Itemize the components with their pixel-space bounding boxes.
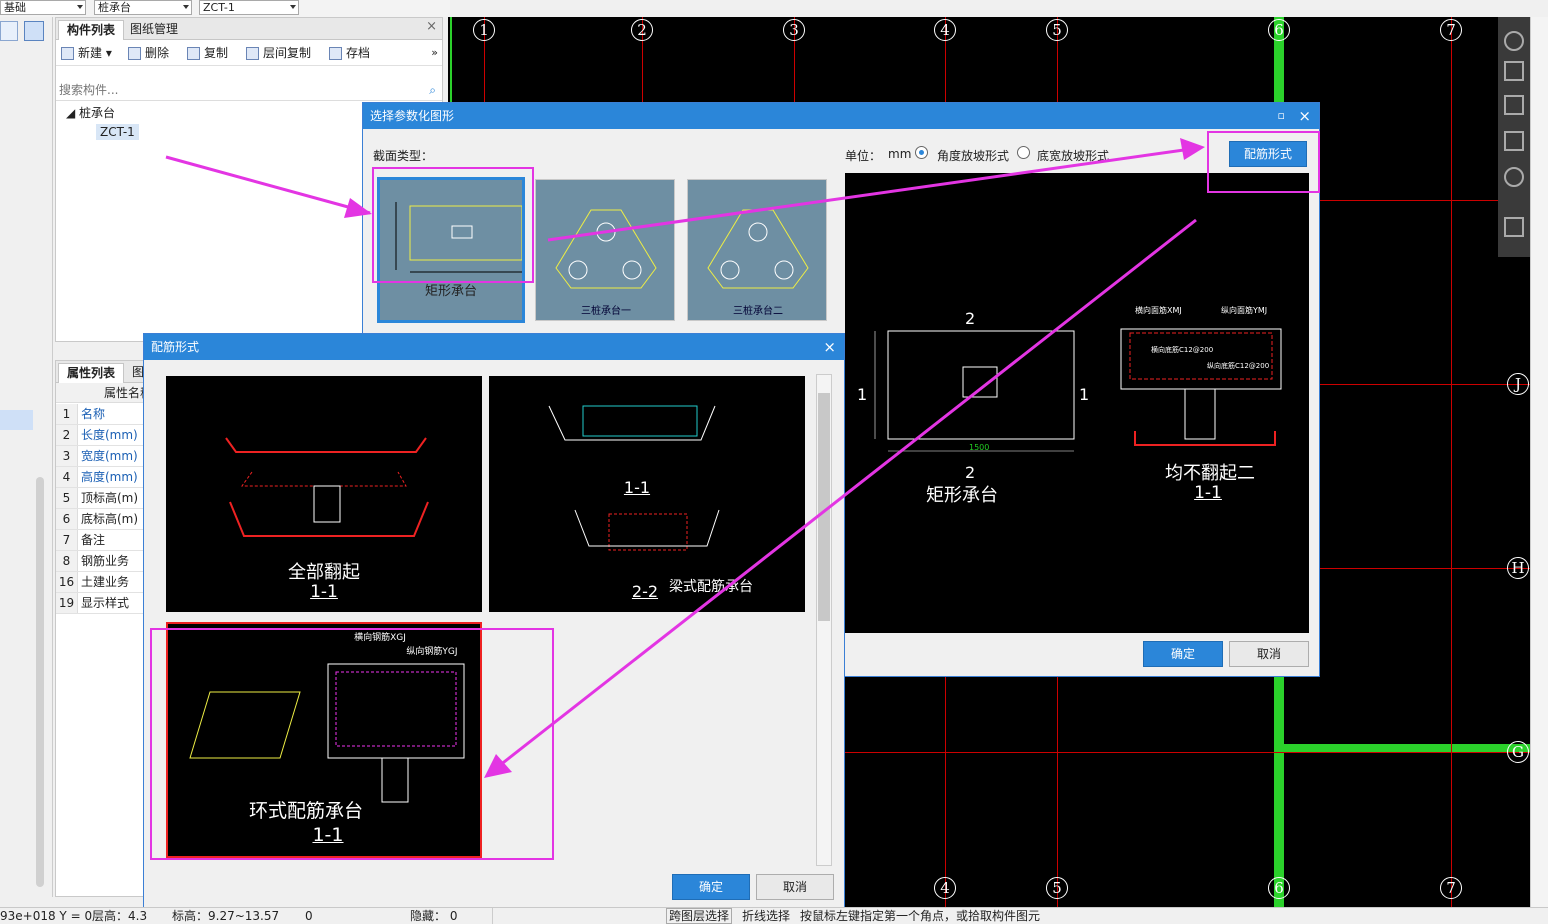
arrow-head [1180, 138, 1205, 160]
polyline-select-toggle[interactable]: 折线选择 [742, 908, 790, 924]
status-hint: 按鼠标左键指定第一个角点，或拾取构件图元 [800, 909, 1041, 923]
snap-tools[interactable] [492, 908, 660, 924]
hidden-count: 隐藏： 0 [410, 909, 458, 923]
annotation-arrows [165, 138, 1205, 778]
arrow-line [489, 218, 1197, 775]
arrow-line [165, 155, 371, 215]
status-zero: 0 [305, 909, 313, 923]
cross-layer-toggle[interactable]: 跨图层选择 [666, 908, 733, 924]
coord-readout: 93e+018 Y = 0 [0, 909, 93, 923]
arrow-head [344, 198, 372, 218]
status-bar: 93e+018 Y = 0 层高：4.3 标高：9.27~13.57 0 隐藏：… [0, 907, 1548, 924]
arrow-line [547, 146, 1199, 242]
elevation: 标高：9.27~13.57 [172, 909, 280, 923]
floor-height: 层高：4.3 [92, 909, 148, 923]
